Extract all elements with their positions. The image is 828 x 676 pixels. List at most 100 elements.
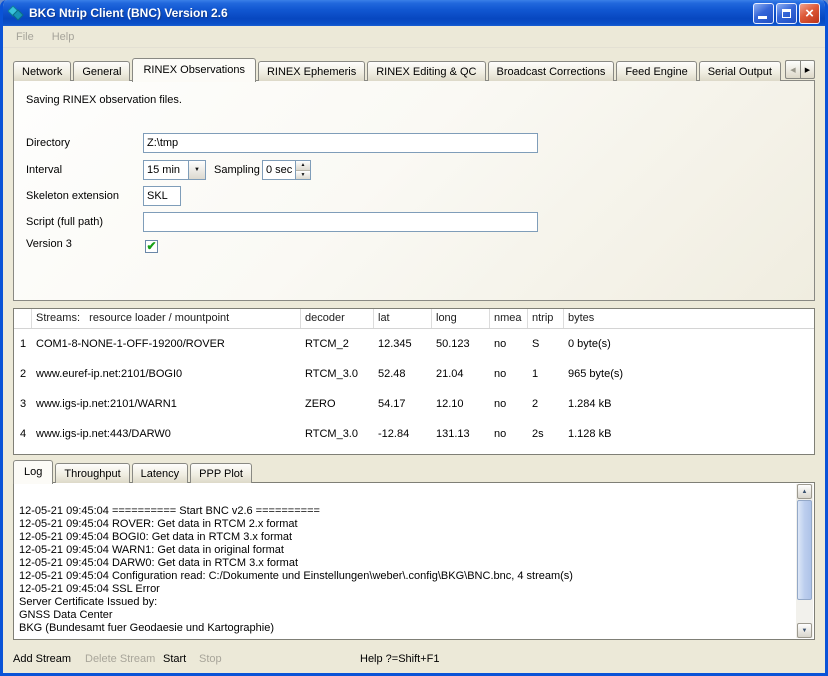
menu-help[interactable]: Help — [43, 29, 84, 45]
interval-combobox[interactable]: 15 min ▼ — [143, 160, 206, 180]
cell-bytes: 0 byte(s) — [564, 338, 814, 350]
interval-value: 15 min — [144, 161, 188, 179]
skeleton-extension-input[interactable] — [143, 186, 181, 206]
tab-network[interactable]: Network — [13, 61, 71, 81]
close-button[interactable]: × — [799, 3, 820, 24]
chevron-up-icon: ▲ — [301, 162, 306, 168]
scroll-up-button[interactable]: ▲ — [797, 484, 812, 499]
row-number: 3 — [14, 398, 32, 410]
directory-label: Directory — [26, 133, 70, 153]
minimize-button[interactable] — [753, 3, 774, 24]
log-line: 12-05-21 09:45:04 BOGI0: Get data in RTC… — [19, 531, 792, 544]
scrollbar-thumb[interactable] — [797, 500, 812, 600]
tab-rinex-ephemeris[interactable]: RINEX Ephemeris — [258, 61, 365, 81]
tab-latency[interactable]: Latency — [132, 463, 189, 483]
script-path-label: Script (full path) — [26, 212, 103, 232]
tab-feed-engine[interactable]: Feed Engine — [616, 61, 696, 81]
log-line: 12-05-21 09:45:04 WARN1: Get data in ori… — [19, 544, 792, 557]
column-header-nmea: nmea — [490, 309, 528, 328]
table-row[interactable]: 1 COM1-8-NONE-1-OFF-19200/ROVER RTCM_2 1… — [14, 329, 814, 359]
app-window: BKG Ntrip Client (BNC) Version 2.6 × Fil… — [0, 0, 828, 676]
tab-general[interactable]: General — [73, 61, 130, 81]
log-line: 12-05-21 09:45:04 DARW0: Get data in RTC… — [19, 557, 792, 570]
cell-bytes: 1.128 kB — [564, 428, 814, 440]
tab-broadcast-corrections[interactable]: Broadcast Corrections — [488, 61, 615, 81]
cell-decoder: RTCM_2 — [301, 338, 374, 350]
dropdown-button[interactable]: ▼ — [188, 161, 205, 179]
right-arrow-icon: ▶ — [805, 66, 810, 74]
tab-log[interactable]: Log — [13, 460, 53, 484]
tab-rinex-editing-qc[interactable]: RINEX Editing & QC — [367, 61, 485, 81]
spin-down-button[interactable]: ▼ — [296, 171, 310, 180]
menu-file[interactable]: File — [7, 29, 43, 45]
minimize-icon — [758, 16, 767, 19]
cell-ntrip: 2s — [528, 428, 564, 440]
log-line: BKG (Bundesamt fuer Geodaesie und Kartog… — [19, 622, 792, 635]
column-header-decoder: decoder — [301, 309, 374, 328]
spin-up-button[interactable]: ▲ — [296, 161, 310, 171]
cell-nmea: no — [490, 428, 528, 440]
log-line: Server Certificate Issued by: — [19, 596, 792, 609]
version3-checkbox[interactable]: ✔ — [145, 240, 158, 253]
maximize-icon — [782, 9, 791, 18]
left-arrow-icon: ◀ — [790, 66, 795, 74]
interval-label: Interval — [26, 160, 62, 180]
log-line: 12-05-21 09:45:04 ========== Start BNC v… — [19, 505, 792, 518]
sampling-spinbox[interactable]: 0 sec ▲ ▼ — [262, 160, 311, 180]
rinex-observations-panel: Saving RINEX observation files. Director… — [13, 80, 815, 301]
cell-mountpoint: www.euref-ip.net:2101/BOGI0 — [32, 368, 301, 380]
cell-lat: 12.345 — [374, 338, 432, 350]
log-text: 12-05-21 09:45:04 ========== Start BNC v… — [19, 505, 792, 635]
corner-header-cell — [14, 309, 32, 328]
start-button[interactable]: Start — [163, 653, 186, 665]
cell-nmea: no — [490, 368, 528, 380]
check-icon: ✔ — [146, 241, 156, 251]
row-number: 2 — [14, 368, 32, 380]
cell-long: 131.13 — [432, 428, 490, 440]
cell-decoder: RTCM_3.0 — [301, 428, 374, 440]
cell-long: 50.123 — [432, 338, 490, 350]
tab-scroll-left-button[interactable]: ◀ — [785, 60, 800, 79]
chevron-down-icon: ▼ — [194, 167, 200, 173]
streams-table: Streams: resource loader / mountpoint de… — [13, 308, 815, 455]
app-icon — [8, 5, 24, 21]
script-path-input[interactable] — [143, 212, 538, 232]
title-bar[interactable]: BKG Ntrip Client (BNC) Version 2.6 × — [3, 0, 825, 26]
tab-serial-output[interactable]: Serial Output — [699, 61, 781, 81]
tab-ppp-plot[interactable]: PPP Plot — [190, 463, 252, 483]
column-header-ntrip: ntrip — [528, 309, 564, 328]
streams-table-header: Streams: resource loader / mountpoint de… — [14, 309, 814, 329]
vertical-scrollbar[interactable]: ▲ ▼ — [796, 484, 813, 638]
cell-long: 12.10 — [432, 398, 490, 410]
add-stream-button[interactable]: Add Stream — [13, 653, 71, 665]
table-row[interactable]: 3 www.igs-ip.net:2101/WARN1 ZERO 54.17 1… — [14, 389, 814, 419]
cell-lat: -12.84 — [374, 428, 432, 440]
skeleton-extension-label: Skeleton extension — [26, 186, 119, 206]
panel-description: Saving RINEX observation files. — [26, 94, 182, 106]
cell-nmea: no — [490, 398, 528, 410]
table-row[interactable]: 2 www.euref-ip.net:2101/BOGI0 RTCM_3.0 5… — [14, 359, 814, 389]
cell-lat: 52.48 — [374, 368, 432, 380]
scroll-down-button[interactable]: ▼ — [797, 623, 812, 638]
tab-scroll-right-button[interactable]: ▶ — [800, 60, 815, 79]
log-pane[interactable]: 12-05-21 09:45:04 ========== Start BNC v… — [13, 482, 815, 640]
delete-stream-button[interactable]: Delete Stream — [85, 653, 155, 665]
top-tab-bar: Network General RINEX Observations RINEX… — [13, 56, 815, 81]
tab-throughput[interactable]: Throughput — [55, 463, 129, 483]
up-arrow-icon: ▲ — [802, 489, 808, 495]
log-line: 12-05-21 09:45:04 Configuration read: C:… — [19, 570, 792, 583]
directory-input[interactable] — [143, 133, 538, 153]
tab-rinex-observations[interactable]: RINEX Observations — [132, 58, 255, 82]
down-arrow-icon: ▼ — [802, 628, 808, 634]
help-hint: Help ?=Shift+F1 — [360, 653, 440, 665]
row-number: 1 — [14, 338, 32, 350]
log-line: GNSS Data Center — [19, 609, 792, 622]
stop-button[interactable]: Stop — [199, 653, 222, 665]
row-number: 4 — [14, 428, 32, 440]
sampling-value: 0 sec — [263, 161, 295, 179]
log-line: 12-05-21 09:45:04 ROVER: Get data in RTC… — [19, 518, 792, 531]
table-row[interactable]: 4 www.igs-ip.net:443/DARW0 RTCM_3.0 -12.… — [14, 419, 814, 449]
cell-decoder: RTCM_3.0 — [301, 368, 374, 380]
maximize-button[interactable] — [776, 3, 797, 24]
menu-bar: File Help — [3, 26, 825, 48]
